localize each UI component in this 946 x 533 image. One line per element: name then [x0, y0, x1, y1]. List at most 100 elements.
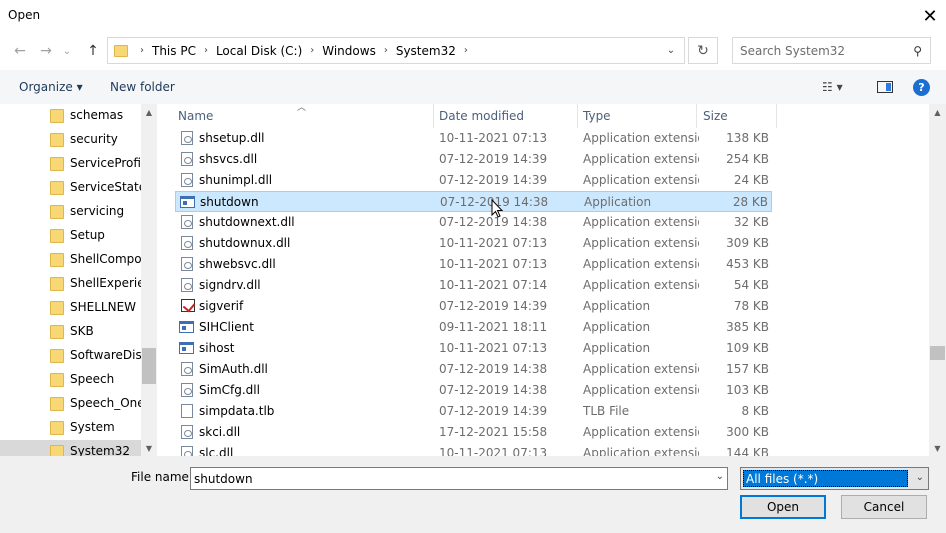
- refresh-button[interactable]: ↻: [688, 37, 718, 64]
- sidebar-item[interactable]: security: [0, 128, 141, 152]
- file-name: SimCfg.dll: [199, 383, 260, 397]
- file-date: 10-11-2021 07:14: [439, 278, 548, 292]
- column-header-type[interactable]: Type: [583, 104, 611, 128]
- file-name: shutdownext.dll: [199, 215, 295, 229]
- column-header-date[interactable]: Date modified: [439, 104, 524, 128]
- sidebar-item-label: ServiceState: [70, 180, 141, 194]
- sidebar-item[interactable]: ServiceProfiles: [0, 152, 141, 176]
- folder-icon: [50, 277, 64, 291]
- file-row[interactable]: shutdown 07-12-2019 14:38 Application 28 KB: [175, 191, 772, 212]
- file-type: Application extension: [583, 383, 699, 397]
- open-button[interactable]: Open: [740, 495, 826, 519]
- title-bar: Open ✕: [0, 0, 946, 32]
- file-row[interactable]: SimAuth.dll 07-12-2019 14:38 Application e…: [175, 359, 772, 380]
- breadcrumb-local-disk[interactable]: Local Disk (C:): [216, 44, 302, 58]
- chevron-right-icon[interactable]: ›: [464, 45, 468, 56]
- file-size: 8 KB: [741, 404, 769, 418]
- file-type-select[interactable]: All files (*.*) ⌄: [740, 467, 929, 490]
- sidebar-item[interactable]: Speech: [0, 368, 141, 392]
- search-input[interactable]: Search System32 ⚲: [732, 37, 931, 64]
- scroll-up-icon[interactable]: ▲: [141, 104, 157, 120]
- file-row[interactable]: shutdownux.dll 10-11-2021 07:13 Applicatio…: [175, 233, 772, 254]
- sidebar-item[interactable]: SoftwareDistribution: [0, 344, 141, 368]
- sidebar-item[interactable]: Setup: [0, 224, 141, 248]
- column-divider[interactable]: [577, 104, 578, 128]
- sidebar-item[interactable]: System: [0, 416, 141, 440]
- forward-button[interactable]: →: [36, 40, 56, 62]
- dll-file-icon: [181, 362, 193, 376]
- file-row[interactable]: shunimpl.dll 07-12-2019 14:39 Application …: [175, 170, 772, 191]
- column-divider[interactable]: [696, 104, 697, 128]
- column-divider[interactable]: [433, 104, 434, 128]
- sidebar-item[interactable]: ServiceState: [0, 176, 141, 200]
- address-bar[interactable]: › This PC › Local Disk (C:) › Windows › …: [107, 37, 685, 64]
- file-row[interactable]: simpdata.tlb 07-12-2019 14:39 TLB File 8 KB: [175, 401, 772, 422]
- sidebar-item[interactable]: ShellComponents: [0, 248, 141, 272]
- window-title: Open: [8, 8, 41, 22]
- sidebar-item[interactable]: SHELLNEW: [0, 296, 141, 320]
- column-header-name[interactable]: Name: [178, 104, 213, 128]
- file-date: 10-11-2021 07:13: [439, 257, 548, 271]
- breadcrumb-system32[interactable]: System32: [396, 44, 456, 58]
- preview-pane-icon[interactable]: [877, 81, 893, 93]
- new-folder-button[interactable]: New folder: [110, 80, 175, 94]
- breadcrumb-this-pc[interactable]: This PC: [152, 44, 196, 58]
- sidebar-item[interactable]: schemas: [0, 104, 141, 128]
- chevron-down-icon[interactable]: ⌄: [916, 472, 924, 483]
- column-header-size[interactable]: Size: [703, 104, 728, 128]
- up-button[interactable]: ↑: [83, 40, 103, 62]
- file-row[interactable]: shwebsvc.dll 10-11-2021 07:13 Application …: [175, 254, 772, 275]
- folder-icon: [50, 205, 64, 219]
- file-date: 07-12-2019 14:39: [439, 299, 548, 313]
- chevron-right-icon[interactable]: ›: [310, 45, 314, 56]
- file-size: 109 KB: [726, 341, 769, 355]
- help-icon[interactable]: ?: [913, 79, 930, 96]
- file-row[interactable]: sihost 10-11-2021 07:13 Application 109 KB: [175, 338, 772, 359]
- file-size: 385 KB: [726, 320, 769, 334]
- file-row[interactable]: shsetup.dll 10-11-2021 07:13 Application e…: [175, 128, 772, 149]
- file-name: sihost: [199, 341, 235, 355]
- column-divider[interactable]: [776, 104, 777, 128]
- close-button[interactable]: ✕: [914, 0, 946, 32]
- sidebar-item[interactable]: SKB: [0, 320, 141, 344]
- sigverif-icon: [181, 299, 195, 312]
- sidebar-item[interactable]: servicing: [0, 200, 141, 224]
- chevron-right-icon[interactable]: ›: [384, 45, 388, 56]
- dll-file-icon: [181, 446, 193, 456]
- file-row[interactable]: sigverif 07-12-2019 14:39 Application 78 KB: [175, 296, 772, 317]
- dll-file-icon: [181, 152, 193, 166]
- file-name-input[interactable]: shutdown ⌄: [190, 467, 728, 490]
- file-row[interactable]: shsvcs.dll 07-12-2019 14:39 Application ex…: [175, 149, 772, 170]
- command-bar: Organize ▾ New folder ☷ ▾ ?: [0, 70, 946, 104]
- organize-button[interactable]: Organize ▾: [19, 80, 83, 94]
- file-row[interactable]: SimCfg.dll 07-12-2019 14:38 Application ex…: [175, 380, 772, 401]
- sidebar-item[interactable]: System32: [0, 440, 141, 456]
- scrollbar-thumb[interactable]: [142, 348, 156, 384]
- breadcrumb-windows[interactable]: Windows: [322, 44, 376, 58]
- scroll-up-icon[interactable]: ▲: [929, 104, 946, 120]
- file-row[interactable]: slc.dll 10-11-2021 07:13 Application exten…: [175, 443, 772, 456]
- chevron-right-icon[interactable]: ›: [204, 45, 208, 56]
- recent-locations-dropdown[interactable]: ⌄: [60, 40, 74, 62]
- chevron-down-icon[interactable]: ⌄: [658, 38, 684, 63]
- sidebar-item[interactable]: Speech_OneCore: [0, 392, 141, 416]
- file-list-scrollbar[interactable]: ▲ ▼: [929, 104, 946, 456]
- cancel-button[interactable]: Cancel: [841, 495, 927, 519]
- navigation-scrollbar[interactable]: ▲ ▼: [141, 104, 157, 456]
- folder-icon: [50, 445, 64, 456]
- file-list: Name ︿ Date modified Type Size shsetup.d…: [157, 104, 946, 456]
- file-row[interactable]: skci.dll 17-12-2021 15:58 Application exte…: [175, 422, 772, 443]
- scrollbar-thumb[interactable]: [930, 346, 945, 360]
- sidebar-item-label: Speech_OneCore: [70, 396, 141, 410]
- file-row[interactable]: SIHClient 09-11-2021 18:11 Application 385 …: [175, 317, 772, 338]
- change-view-button[interactable]: ☷ ▾: [822, 80, 843, 94]
- chevron-down-icon[interactable]: ⌄: [716, 471, 724, 482]
- file-row[interactable]: shutdownext.dll 07-12-2019 14:38 Applicati…: [175, 212, 772, 233]
- chevron-right-icon[interactable]: ›: [140, 45, 144, 56]
- file-size: 254 KB: [726, 152, 769, 166]
- scroll-down-icon[interactable]: ▼: [141, 440, 157, 456]
- scroll-down-icon[interactable]: ▼: [929, 440, 946, 456]
- sidebar-item[interactable]: ShellExperiences: [0, 272, 141, 296]
- back-button[interactable]: ←: [10, 40, 30, 62]
- file-row[interactable]: signdrv.dll 10-11-2021 07:14 Application e…: [175, 275, 772, 296]
